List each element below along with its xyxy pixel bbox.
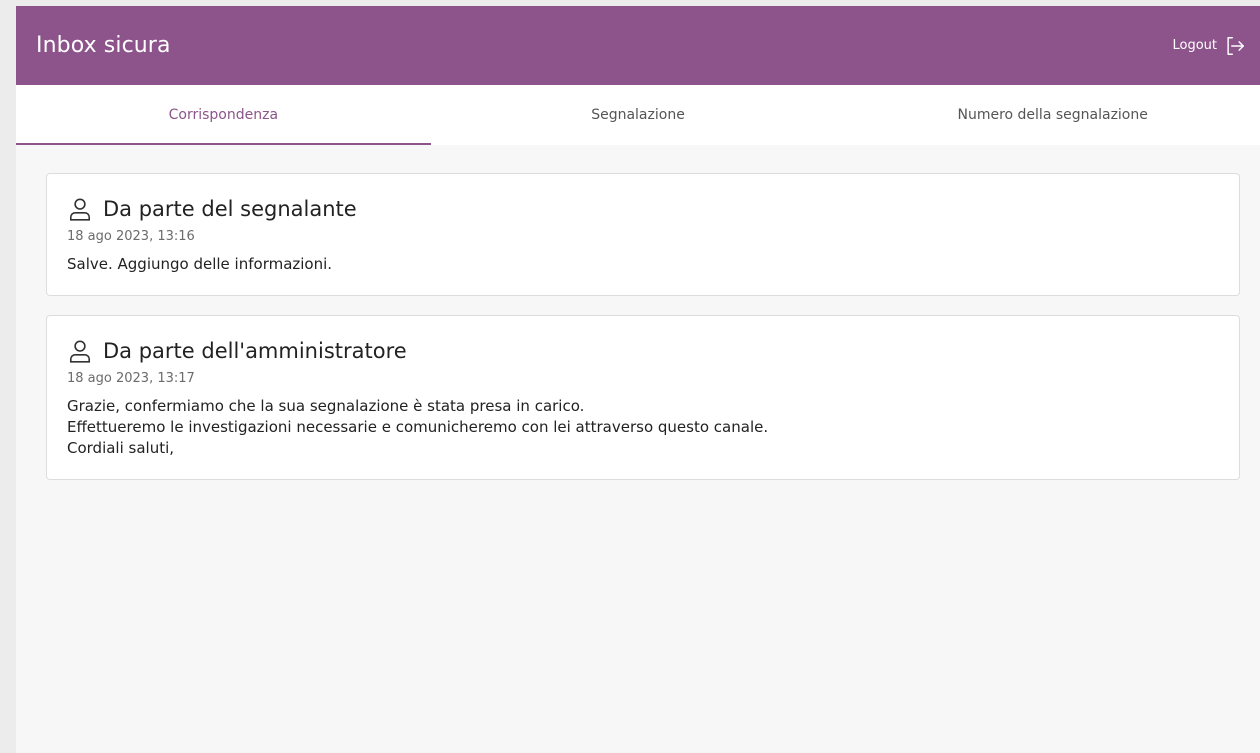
tab-segnalazione[interactable]: Segnalazione	[431, 85, 846, 145]
tab-numero-segnalazione[interactable]: Numero della segnalazione	[845, 85, 1260, 145]
message-timestamp: 18 ago 2023, 13:16	[67, 229, 195, 244]
message-card: Da parte dell'amministratore 18 ago 2023…	[46, 315, 1240, 480]
tab-bar: Corrispondenza Segnalazione Numero della…	[16, 85, 1260, 145]
message-line: Effettueremo le investigazioni necessari…	[67, 418, 769, 436]
message-sender: Da parte del segnalante	[103, 197, 357, 221]
message-sender: Da parte dell'amministratore	[103, 339, 407, 363]
message-header: Da parte del segnalante	[67, 196, 1220, 222]
tab-corrispondenza[interactable]: Corrispondenza	[16, 85, 431, 145]
app-title: Inbox sicura	[36, 33, 171, 58]
message-list: Da parte del segnalante 18 ago 2023, 13:…	[16, 145, 1260, 480]
message-timestamp: 18 ago 2023, 13:17	[67, 371, 195, 386]
message-header: Da parte dell'amministratore	[67, 338, 1220, 364]
message-body: Grazie, confermiamo che la sua segnalazi…	[67, 396, 1220, 459]
app-window: Inbox sicura Logout Corrispondenza Segna…	[16, 6, 1260, 753]
user-icon	[69, 340, 91, 363]
user-icon	[69, 198, 91, 221]
message-line: Salve. Aggiungo delle informazioni.	[67, 255, 333, 273]
message-line: Grazie, confermiamo che la sua segnalazi…	[67, 397, 585, 415]
logout-button[interactable]: Logout	[1172, 35, 1246, 57]
message-card: Da parte del segnalante 18 ago 2023, 13:…	[46, 173, 1240, 296]
logout-icon	[1227, 36, 1244, 55]
app-header: Inbox sicura Logout	[16, 6, 1260, 85]
message-body: Salve. Aggiungo delle informazioni.	[67, 254, 1220, 275]
message-line: Cordiali saluti,	[67, 439, 175, 457]
logout-label: Logout	[1172, 38, 1217, 53]
